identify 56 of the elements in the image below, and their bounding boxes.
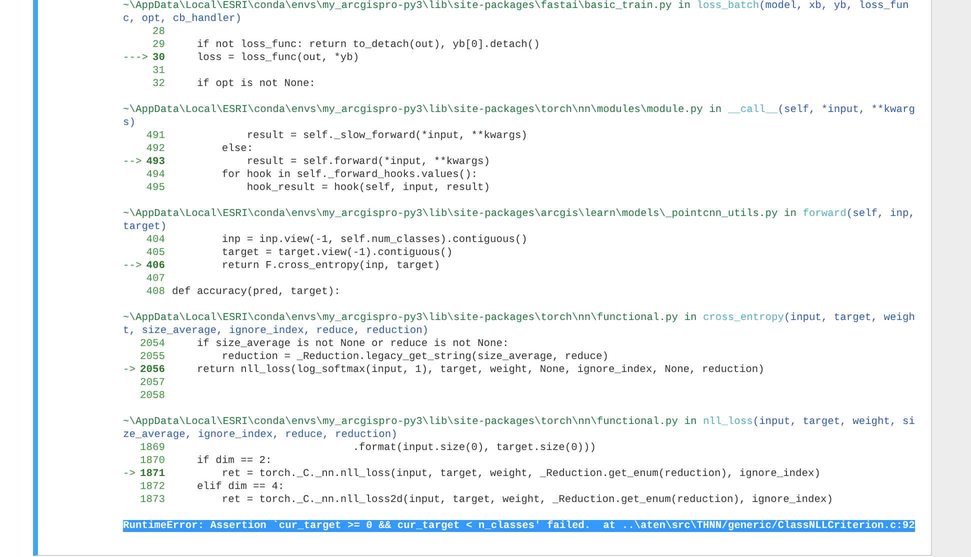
code-line: loss = loss_func(out, *yb): [196, 52, 360, 65]
line-number: 492: [146, 143, 165, 156]
code-line: elif dim == 4:: [196, 481, 284, 494]
code-line: hook_result = hook(self, input, result): [246, 182, 490, 195]
code-line: result = self._slow_forward(*input, **kwargs): [246, 130, 528, 143]
line-number: 28: [152, 26, 165, 39]
code-line: def accuracy(pred, target):: [172, 286, 340, 299]
line-number: 404: [146, 234, 165, 247]
code-line: .format(input.size(0), target.size(0))): [352, 442, 596, 455]
frame-header: ~\AppData\Local\ESRI\conda\envs\my_arcgispro-py3\lib\site-packages\torch\nn\functional.py in cross_entropy(input, target, weight, size_average, ignore_index, reduce, reduction): [123, 312, 916, 338]
error-message: RuntimeError: Assertion `cur_target >= 0 && cur_target < n_classes' failed. at ..\aten\src\THNN/generic/ClassNLLCriterion.c:92: [123, 520, 915, 532]
line-marker: ->: [123, 468, 136, 481]
code-line: if opt is not None:: [196, 78, 316, 91]
line-number: 1870: [140, 455, 165, 468]
line-number: 31: [152, 65, 165, 78]
line-number: 405: [146, 247, 165, 260]
line-number: 1872: [140, 481, 165, 494]
frame-header: ~\AppData\Local\ESRI\conda\envs\my_arcgispro-py3\lib\site-packages\arcgis\learn\models\_pointcnn_utils.py in forward(self, inp, target): [123, 208, 916, 234]
code-line: return nll_loss(log_softmax(input, 1), target, weight, None, ignore_index, None, reduction): [196, 364, 764, 377]
frame-header: ~\AppData\Local\ESRI\conda\envs\my_arcgispro-py3\lib\site-packages\torch\nn\modules\module.py in __call__(self, *input, **kwargs): [123, 104, 916, 130]
line-marker: ->: [123, 364, 136, 377]
code-line: if size_average is not None or reduce is not None:: [196, 338, 509, 351]
code-line: reduction = _Reduction.legacy_get_string(size_average, reduce): [220, 351, 608, 364]
code-line: if dim == 2:: [196, 455, 272, 468]
line-number: 29: [152, 39, 165, 52]
code-line: target = target.view(-1).contiguous(): [220, 247, 453, 260]
code-line: else:: [220, 143, 254, 156]
line-number: 1871: [140, 468, 165, 481]
line-number: 493: [146, 156, 165, 169]
line-number: 407: [146, 273, 165, 286]
line-number: 408: [146, 286, 165, 299]
line-number: 2056: [140, 364, 165, 377]
line-number: 30: [152, 52, 165, 65]
line-number: 2058: [140, 390, 165, 403]
line-number: 1869: [140, 442, 165, 455]
line-number: 1873: [140, 494, 165, 507]
code-line: result = self.forward(*input, **kwargs): [246, 156, 490, 169]
line-marker: -->: [123, 156, 142, 169]
code-line: return F.cross_entropy(inp, target): [220, 260, 440, 273]
line-number: 494: [146, 169, 165, 182]
line-number: 32: [152, 78, 165, 91]
line-number: 2057: [140, 377, 165, 390]
frame-header: ~\AppData\Local\ESRI\conda\envs\my_arcgispro-py3\lib\site-packages\torch\nn\functional.py in nll_loss(input, target, weight, size_average, ignore_index, reduce, reduction): [123, 416, 916, 442]
code-line: for hook in self._forward_hooks.values():: [220, 169, 478, 182]
code-line: ret = torch._C._nn.nll_loss2d(input, target, weight, _Reduction.get_enum(reduction), ignore_index): [220, 494, 833, 507]
frame-header: ~\AppData\Local\ESRI\conda\envs\my_arcgispro-py3\lib\site-packages\fastai\basic_train.py in loss_batch(model, xb, yb, loss_func, opt, cb_handler): [123, 0, 910, 26]
line-number: 495: [146, 182, 165, 195]
line-number: 2054: [140, 338, 165, 351]
line-marker: --->: [123, 52, 148, 65]
line-number: 491: [146, 130, 165, 143]
code-line: ret = torch._C._nn.nll_loss(input, target, weight, _Reduction.get_enum(reduction), ignore_index): [220, 468, 820, 481]
line-number: 2055: [140, 351, 165, 364]
line-number: 406: [146, 260, 165, 273]
code-line: inp = inp.view(-1, self.num_classes).contiguous(): [220, 234, 528, 247]
code-line: if not loss_func: return to_detach(out), yb[0].detach(): [196, 39, 540, 52]
line-marker: -->: [123, 260, 142, 273]
